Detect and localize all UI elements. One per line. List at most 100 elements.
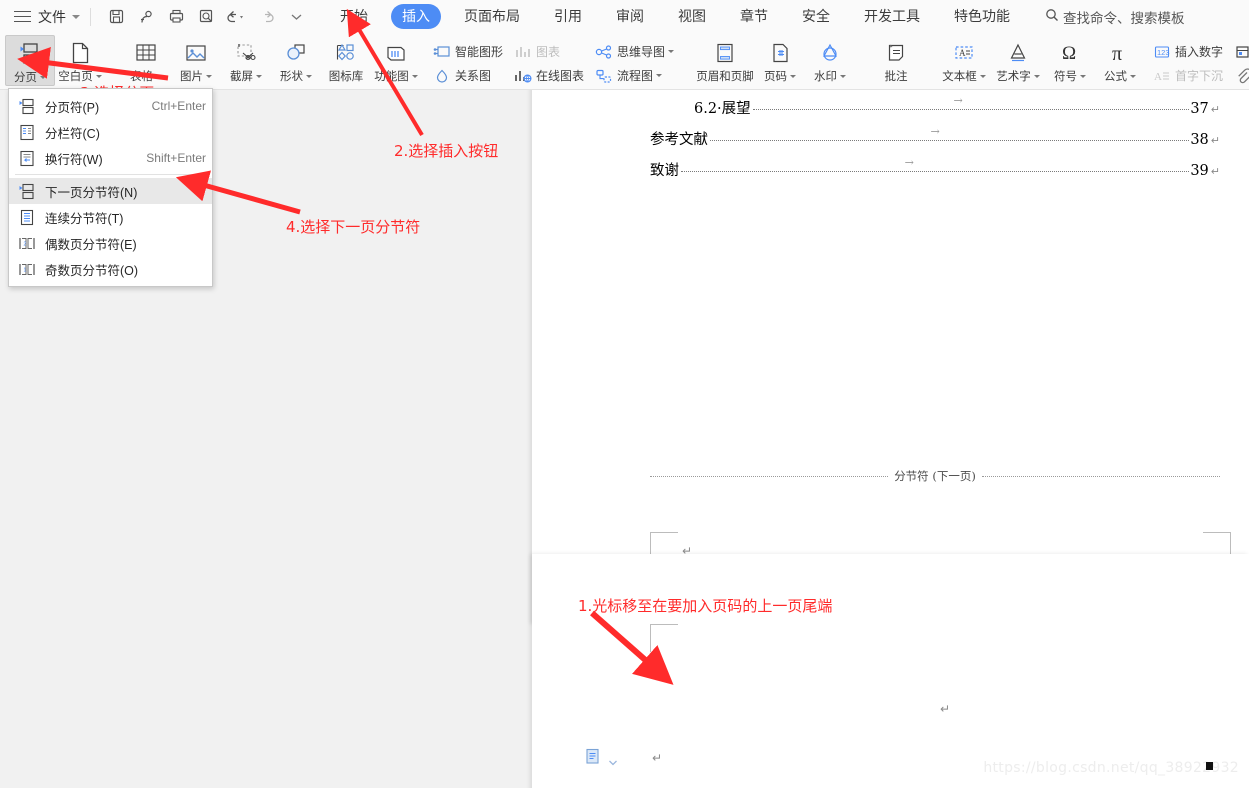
smartart-button[interactable]: 智能图形 — [427, 40, 508, 64]
attachment-button[interactable]: 插入附件 — [1228, 64, 1249, 88]
file-menu-label[interactable]: 文件 — [38, 7, 66, 27]
tab-view[interactable]: 视图 — [667, 4, 717, 29]
tab-features[interactable]: 特色功能 — [943, 4, 1021, 29]
menu-item-label: 奇数页分节符(O) — [45, 263, 139, 278]
menu-item-label: 下一页分节符(N) — [45, 185, 138, 200]
screenshot-button[interactable]: 截屏 — [221, 35, 271, 84]
document-page-2[interactable]: ↵ ↵ 1·绪论↵ 1.1·系统的开发意义↵ — [532, 554, 1249, 788]
header-footer-button[interactable]: 页眉和页脚 — [695, 35, 755, 84]
menu-divider — [15, 174, 206, 175]
wordart-button[interactable]: 艺术字 — [991, 35, 1045, 84]
menu-item-continuous-section-break[interactable]: 连续分节符(T) — [9, 204, 212, 230]
tab-security[interactable]: 安全 — [791, 4, 841, 29]
drop-cap-button[interactable]: A 首字下沉 — [1147, 64, 1228, 88]
menu-item-odd-page-section-break[interactable]: 1 奇数页分节符(O) — [9, 256, 212, 282]
chevron-down-icon[interactable] — [979, 74, 986, 78]
tab-insert[interactable]: 插入 — [391, 4, 441, 29]
app-menu-icon[interactable] — [14, 10, 31, 23]
toc-row[interactable]: 参考文献 → 38 ↵ — [650, 125, 1220, 159]
online-chart-button[interactable]: 在线图表 — [508, 64, 589, 88]
tab-developer[interactable]: 开发工具 — [853, 4, 931, 29]
table-button[interactable]: 表格 — [121, 35, 171, 84]
toc-row[interactable]: 6.2·展望 → 37 ↵ — [650, 94, 1220, 128]
document-page-1[interactable]: 4.2·系统功能设计与实现 18 ↵ 5·功能测试 → 35 ↵ 5.1·测试环… — [532, 90, 1249, 624]
menu-item-line-break[interactable]: 换行符(W) Shift+Enter — [9, 145, 212, 171]
table-icon — [134, 39, 158, 67]
toc-row[interactable]: 6.1·总结 → 37 ↵ — [650, 90, 1220, 97]
picture-button[interactable]: 图片 — [171, 35, 221, 84]
tab-references[interactable]: 引用 — [543, 4, 593, 29]
toc-row[interactable]: 致谢 → 39 ↵ — [650, 156, 1220, 190]
chevron-down-icon[interactable] — [656, 74, 663, 77]
paragraph-mark: ↵ — [1210, 165, 1220, 178]
blank-page-icon — [68, 39, 92, 67]
tab-sections[interactable]: 章节 — [729, 4, 779, 29]
wps-writer-window: 文件 开始 插入 页面布局 引用 审阅 视图 章节 安全 开发工具 特色功能 查… — [0, 0, 1249, 788]
chevron-down-icon[interactable] — [1080, 74, 1087, 78]
comment-button[interactable]: 批注 — [871, 35, 921, 84]
chevron-down-icon[interactable] — [840, 74, 847, 78]
chevron-down-icon[interactable] — [668, 50, 675, 53]
menu-item-even-page-section-break[interactable]: 2 偶数页分节符(E) — [9, 230, 212, 256]
print-preview-icon[interactable] — [193, 4, 219, 30]
icon-library-button[interactable]: 图标库 — [321, 35, 371, 84]
menu-item-page-break[interactable]: 分页符(P) Ctrl+Enter — [9, 93, 212, 119]
page-number-icon — [768, 39, 792, 67]
blank-page-button[interactable]: 空白页 — [55, 35, 105, 84]
menu-item-shortcut: Ctrl+Enter — [151, 99, 206, 113]
toc-leader-dots: → — [752, 94, 1190, 110]
page-break-dropdown-menu[interactable]: 分页符(P) Ctrl+Enter 分栏符(C) 换行符(W) Shift+En… — [8, 88, 213, 287]
attachment-icon — [1233, 66, 1249, 85]
menu-item-next-page-section-break[interactable]: 下一页分节符(N) — [9, 178, 212, 204]
print-icon[interactable] — [163, 4, 189, 30]
tab-page-layout[interactable]: 页面布局 — [453, 4, 531, 29]
picture-label: 图片 — [180, 71, 203, 83]
menu-item-column-break[interactable]: 分栏符(C) — [9, 119, 212, 145]
header-footer-icon — [713, 39, 737, 67]
tab-start[interactable]: 开始 — [329, 4, 379, 29]
chevron-down-icon[interactable] — [72, 14, 80, 19]
save-icon[interactable] — [103, 4, 129, 30]
symbol-button[interactable]: Ω 符号 — [1045, 35, 1095, 84]
chevron-down-icon[interactable] — [790, 74, 797, 78]
chevron-down-icon[interactable] — [206, 74, 212, 78]
wordart-icon — [1006, 39, 1030, 67]
page-break-button[interactable]: 分页 — [5, 35, 55, 86]
screenshot-label: 截屏 — [230, 71, 253, 83]
chevron-down-icon[interactable] — [306, 74, 312, 78]
paragraph-mark: ↵ — [940, 702, 951, 716]
chevron-down-icon[interactable] — [40, 75, 46, 79]
toc-leader-dots: → — [710, 125, 1190, 141]
redo-icon[interactable] — [253, 4, 279, 30]
formula-button[interactable]: π 公式 — [1095, 35, 1145, 84]
chevron-down-icon[interactable] — [95, 74, 102, 78]
page-number-button[interactable]: 页码 — [755, 35, 805, 84]
save-as-icon[interactable] — [133, 4, 159, 30]
even-page-section-icon: 2 — [17, 234, 37, 252]
search-command-box[interactable]: 查找命令、搜索模板 — [1045, 7, 1185, 27]
watermark-button[interactable]: 水印 — [805, 35, 855, 84]
chevron-down-icon[interactable] — [608, 754, 618, 772]
chevron-down-icon[interactable] — [1033, 74, 1040, 78]
tab-review[interactable]: 审阅 — [605, 4, 655, 29]
chevron-down-icon[interactable] — [156, 74, 162, 78]
flowchart-button[interactable]: 流程图 — [589, 64, 679, 88]
chevron-down-icon[interactable] — [1130, 74, 1137, 78]
function-chart-button[interactable]: 功能图 — [371, 35, 421, 84]
chart-button[interactable]: 图表 — [508, 40, 589, 64]
chevron-down-icon[interactable] — [411, 74, 418, 78]
insert-number-button[interactable]: 123 插入数字 — [1147, 40, 1228, 64]
chart-icon — [513, 42, 532, 61]
relation-diagram-button[interactable]: 关系图 — [427, 64, 508, 88]
paste-options-icon[interactable] — [585, 748, 603, 771]
textbox-button[interactable]: A 文本框 — [937, 35, 991, 84]
continuous-section-icon — [17, 208, 37, 226]
mindmap-button[interactable]: 思维导图 — [589, 40, 679, 64]
chevron-down-icon[interactable] — [256, 74, 262, 78]
ribbon-group-illustrations: 表格 图片 截屏 形状 图标库 功能图 — [121, 33, 421, 89]
undo-icon[interactable] — [223, 4, 249, 30]
customize-icon[interactable] — [283, 4, 309, 30]
shapes-button[interactable]: 形状 — [271, 35, 321, 84]
watermark-label: 水印 — [814, 71, 838, 83]
object-button[interactable]: 对象 — [1228, 40, 1249, 64]
